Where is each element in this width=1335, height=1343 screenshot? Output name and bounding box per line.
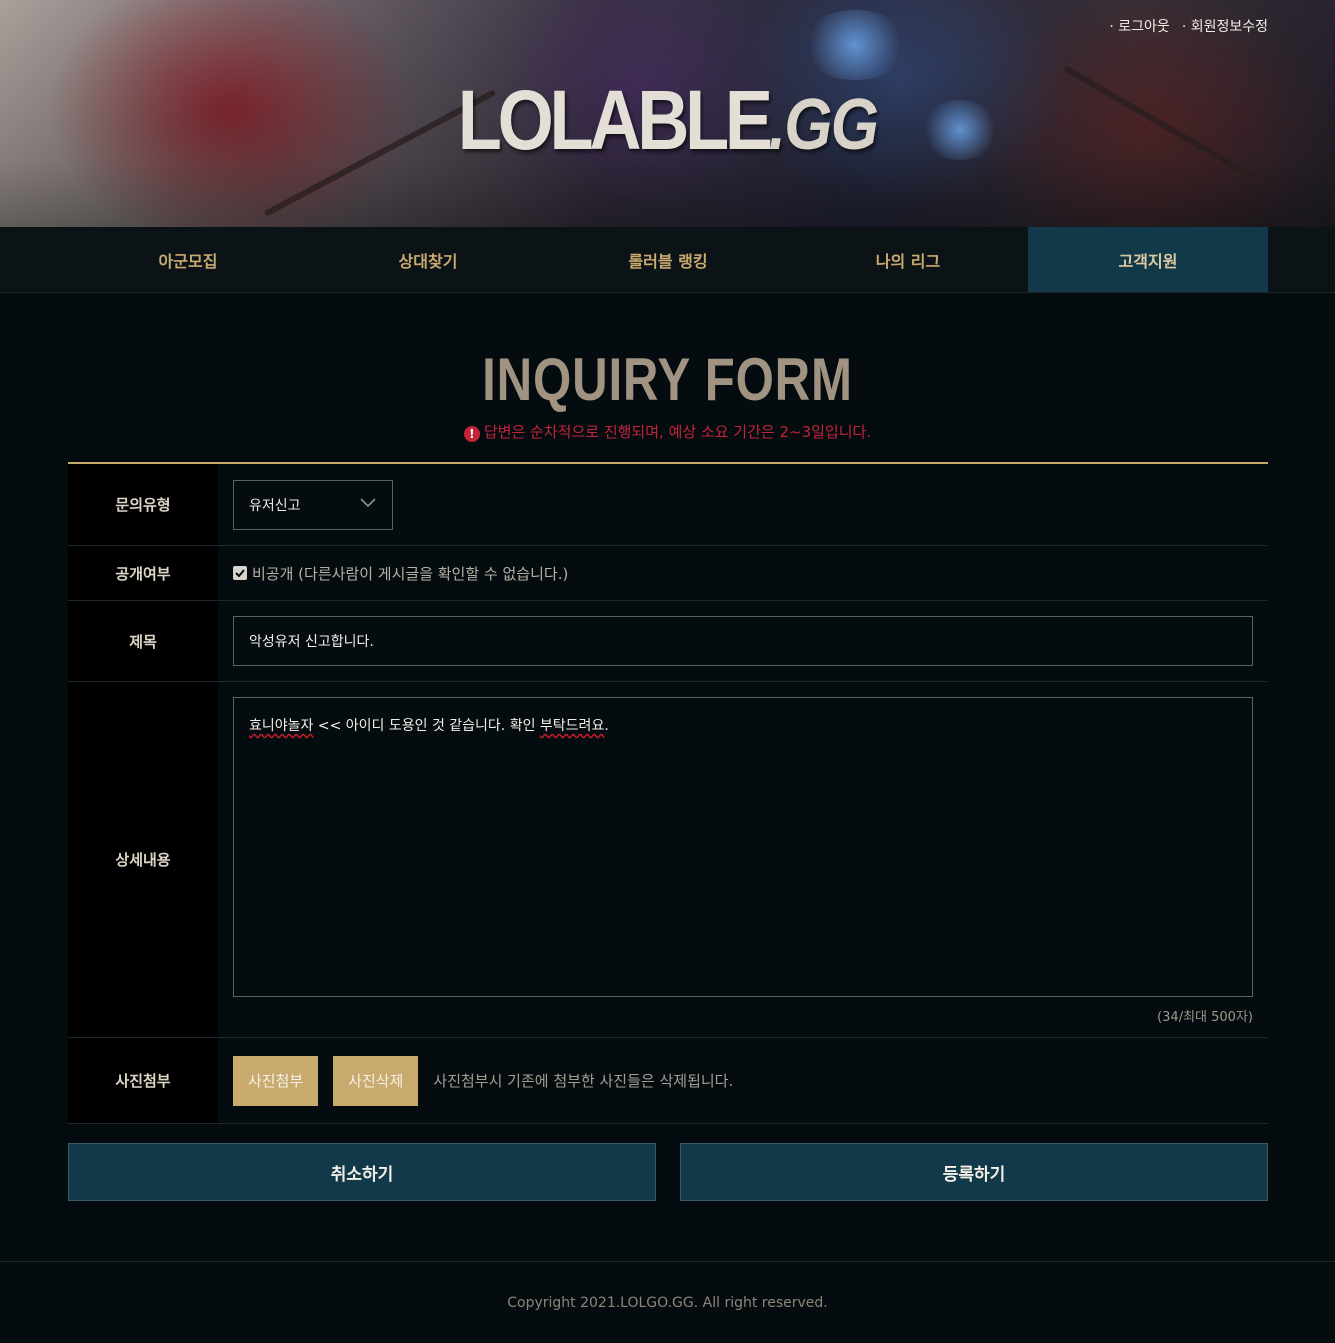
nav-item-customer-support[interactable]: 고객지원 [1028,227,1268,292]
form-row-subject: 제목 악성유저 신고합니다. [68,601,1268,682]
detail-textarea[interactable]: 효니야놀자 << 아이디 도용인 것 같습니다. 확인 부탁드려요. [233,697,1253,997]
subject-input[interactable]: 악성유저 신고합니다. [233,616,1253,666]
private-checkbox-label[interactable]: 비공개 (다른사람이 게시글을 확인할 수 없습니다.) [233,563,568,584]
type-label: 문의유형 [68,464,218,545]
chevron-down-icon [360,497,376,507]
nav-item-ally-recruit[interactable]: 아군모집 [68,227,308,292]
edit-profile-link[interactable]: 회원정보수정 [1182,16,1268,36]
public-label: 공개여부 [68,546,218,600]
main-nav: 아군모집 상대찾기 롤러블 랭킹 나의 리그 고객지원 [0,227,1335,293]
alert-icon: ! [463,426,480,442]
form-row-public: 공개여부 비공개 (다른사람이 게시글을 확인할 수 없습니다.) [68,546,1268,601]
form-row-detail: 상세내용 효니야놀자 << 아이디 도용인 것 같습니다. 확인 부탁드려요. … [68,682,1268,1038]
detail-label: 상세내용 [68,682,218,1037]
banner-glow [800,10,910,80]
inquiry-type-value: 유저신고 [249,497,301,514]
submit-button[interactable]: 등록하기 [680,1143,1268,1201]
footer: Copyright 2021.LOLGO.GG. All right reser… [0,1261,1335,1343]
misspelled-word: 부탁드려요 [539,718,605,734]
private-option-text: 비공개 (다른사람이 게시글을 확인할 수 없습니다.) [252,564,569,583]
site-logo[interactable]: LOLABLE.GG [93,78,1241,162]
form-row-photo: 사진첨부 사진첨부 사진삭제 사진첨부시 기존에 첨부한 사진들은 삭제됩니다. [68,1038,1268,1124]
check-icon [235,569,245,577]
cancel-button[interactable]: 취소하기 [68,1143,656,1201]
inquiry-form: 문의유형 유저신고 공개여부 비공개 (다른사람이 게시글을 확인할 수 없습니… [68,462,1268,1124]
detail-text: << 아이디 도용인 것 같습니다. 확인 [313,718,540,734]
detail-text: . [604,718,609,734]
character-counter: (34/최대 500자) [1157,1010,1253,1025]
form-actions: 취소하기 등록하기 [68,1143,1268,1201]
misspelled-word: 효니야놀자 [249,718,314,734]
notice-message: ! 답변은 순차적으로 진행되며, 예상 소요 기간은 2~3일입니다. [0,421,1335,442]
header-banner: 로그아웃 회원정보수정 LOLABLE.GG [0,0,1335,227]
top-links: 로그아웃 회원정보수정 [1109,16,1268,36]
notice-text: 답변은 순차적으로 진행되며, 예상 소요 기간은 2~3일입니다. [483,423,872,441]
inquiry-type-select[interactable]: 유저신고 [233,479,393,530]
photo-note: 사진첨부시 기존에 첨부한 사진들은 삭제됩니다. [433,1072,734,1090]
photo-label: 사진첨부 [68,1038,218,1123]
logo-main-text: LOLABLE [457,73,773,167]
delete-photo-button[interactable]: 사진삭제 [333,1055,419,1106]
subject-label: 제목 [68,601,218,681]
form-row-type: 문의유형 유저신고 [68,464,1268,546]
nav-item-my-league[interactable]: 나의 리그 [788,227,1028,292]
private-checkbox[interactable] [233,566,247,580]
nav-item-ranking[interactable]: 롤러블 랭킹 [548,227,788,292]
nav-item-find-opponent[interactable]: 상대찾기 [308,227,548,292]
logout-link[interactable]: 로그아웃 [1109,16,1170,36]
copyright-text: Copyright 2021.LOLGO.GG. All right reser… [507,1294,828,1311]
page-title: INQUIRY FORM [482,346,853,413]
attach-photo-button[interactable]: 사진첨부 [233,1055,319,1106]
logo-suffix-text: .GG [768,85,879,165]
